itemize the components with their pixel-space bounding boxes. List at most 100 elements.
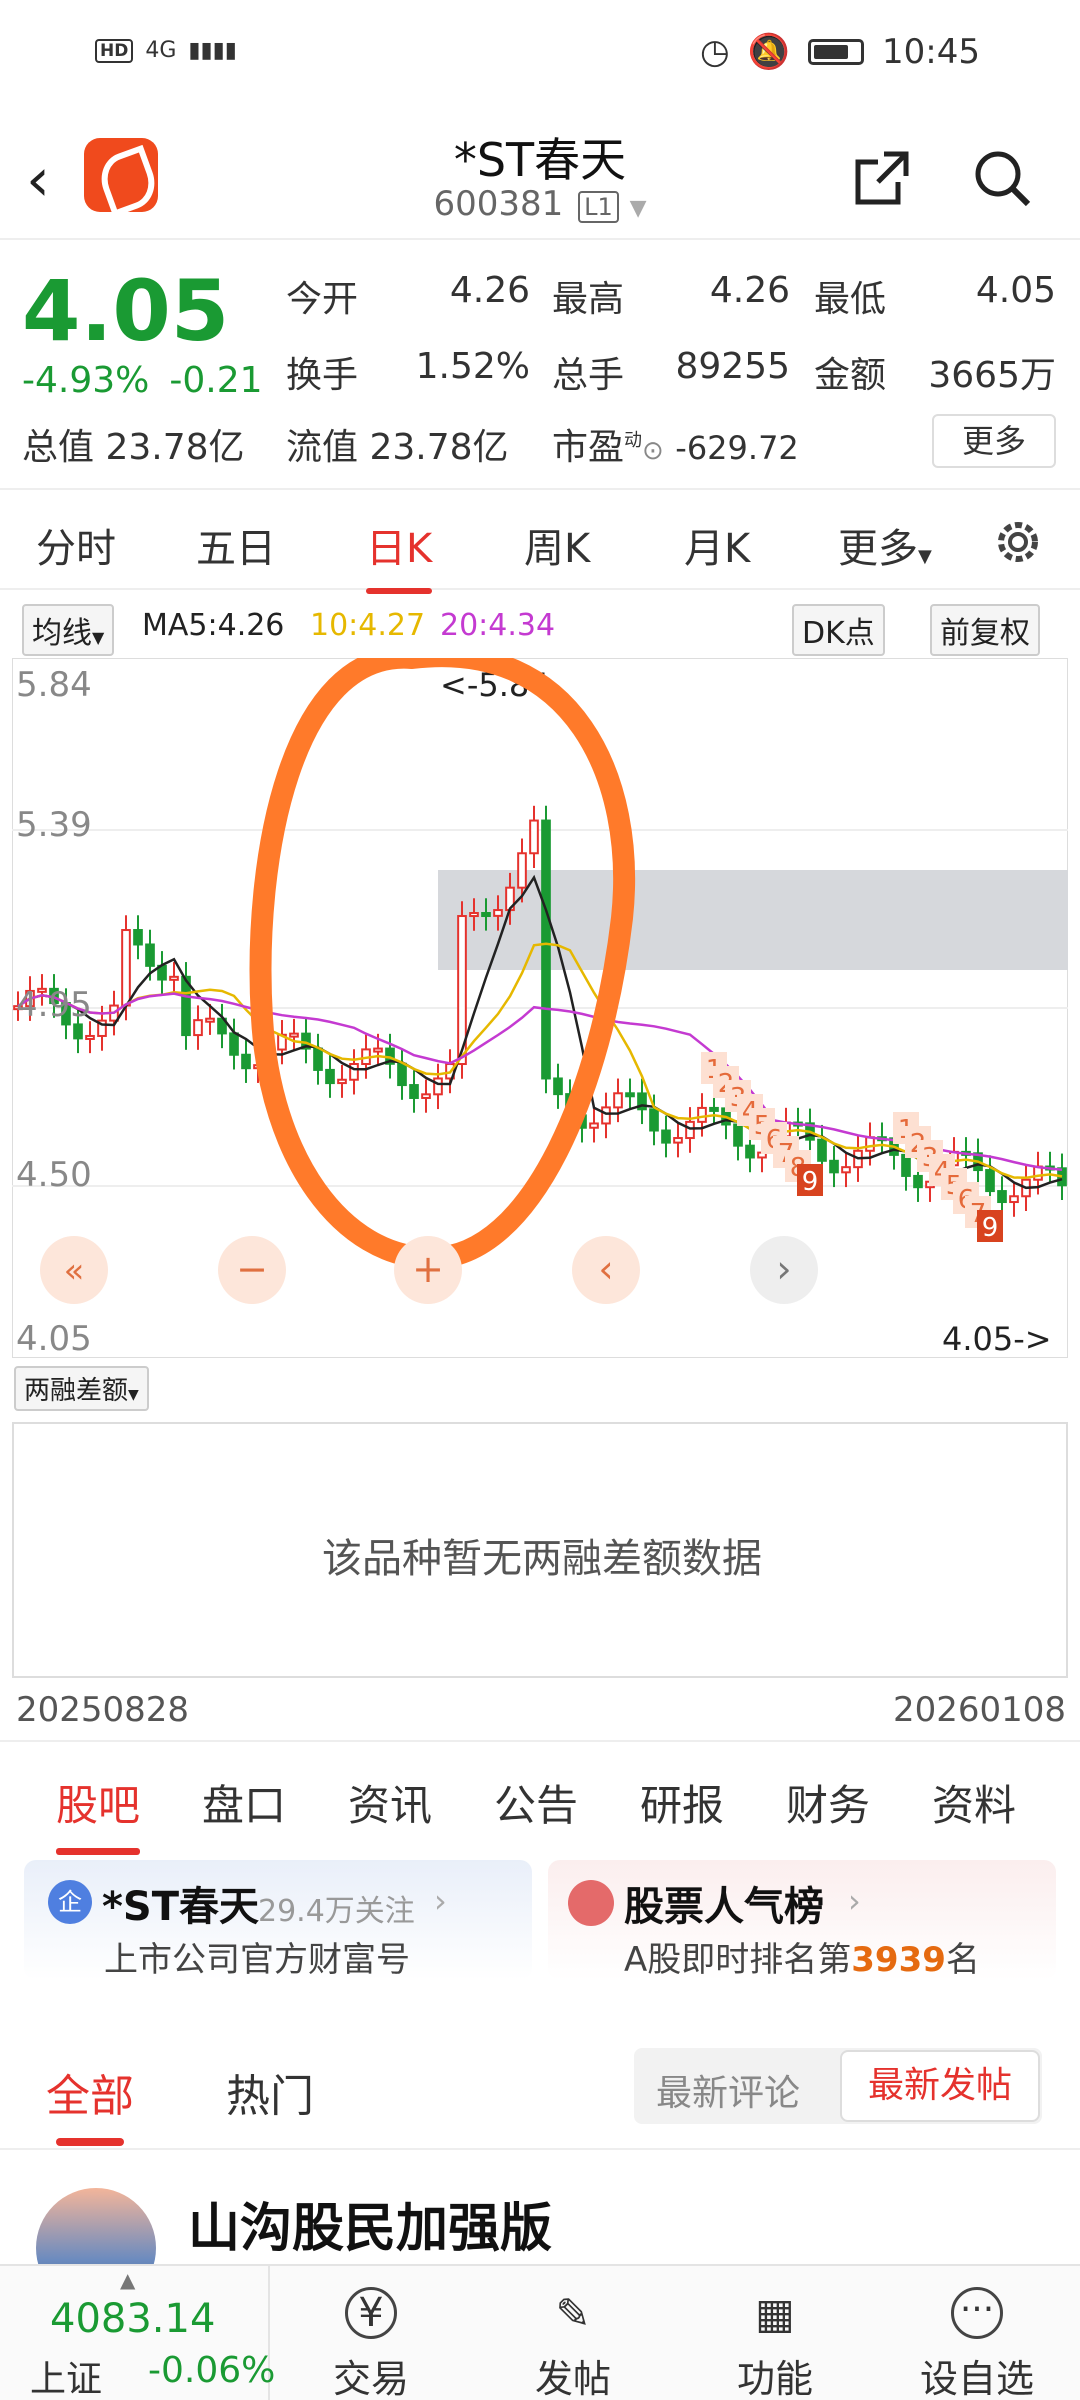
sort-latest-comment[interactable]: 最新评论 xyxy=(656,2064,800,2116)
candle-body xyxy=(913,1174,923,1189)
level-badge: L1 xyxy=(578,191,619,223)
candle-body xyxy=(517,852,527,889)
tab-guba[interactable]: 股吧 xyxy=(56,1772,141,1855)
candle-body xyxy=(661,1129,671,1144)
high-label: 最高 xyxy=(552,279,625,320)
adjust-button[interactable]: 前复权 xyxy=(930,604,1040,656)
tab-intraday[interactable]: 分时 xyxy=(36,516,116,574)
candle-body xyxy=(313,1047,323,1071)
change-percent: -4.93% xyxy=(22,360,150,401)
post-author[interactable]: 山沟股民加强版 xyxy=(188,2186,552,2261)
tab-financials[interactable]: 财务 xyxy=(786,1772,870,1833)
tab-news[interactable]: 资讯 xyxy=(348,1772,432,1833)
tab-daily-k[interactable]: 日K xyxy=(366,516,433,594)
rank-number: 3939 xyxy=(851,1940,946,1980)
tab-order-book[interactable]: 盘口 xyxy=(202,1772,286,1833)
minus-icon: − xyxy=(236,1247,268,1291)
tab-hot[interactable]: 热门 xyxy=(226,2060,314,2124)
float-cap-value: 23.78亿 xyxy=(369,427,509,468)
more-quote-button[interactable]: 更多 xyxy=(932,414,1056,468)
quote-panel: 4.05 -4.93% -0.21 今开 4.26 最高 4.26 最低 4.05… xyxy=(0,242,1080,490)
index-ticker[interactable]: ▲ 4083.14 上证 -0.06% xyxy=(0,2266,275,2400)
tab-research[interactable]: 研报 xyxy=(640,1772,724,1833)
chevron-right-icon: › xyxy=(848,1882,861,1920)
pe-label: 市盈 xyxy=(552,427,625,468)
pe-dynamic-mark: 动 xyxy=(624,430,643,451)
mute-icon: 🔕 xyxy=(747,32,791,72)
clock: 10:45 xyxy=(882,32,980,72)
grid-icon: ▦ xyxy=(755,2288,795,2338)
tab-five-day[interactable]: 五日 xyxy=(196,516,276,574)
candle-body xyxy=(817,1138,827,1162)
nav-watchlist[interactable]: ··· 设自选 xyxy=(902,2278,1052,2400)
nav-post[interactable]: ✎ 发帖 xyxy=(498,2278,648,2400)
candle-body xyxy=(985,1169,995,1193)
resistance-zone xyxy=(438,870,1068,970)
candle-body xyxy=(1009,1195,1019,1204)
ma-selector[interactable]: 均线▼ xyxy=(22,604,115,656)
candle-body xyxy=(829,1159,839,1174)
candle-body xyxy=(169,975,179,981)
candle-body xyxy=(865,1136,875,1152)
index-value: 4083.14 xyxy=(50,2296,216,2342)
stock-code[interactable]: 600381 L1 ▼ xyxy=(0,184,1080,224)
candle-body xyxy=(133,929,143,946)
nav-functions-label: 功能 xyxy=(736,2357,813,2400)
tab-more-label: 更多 xyxy=(838,526,918,572)
period-tabs: 分时 五日 日K 周K 月K 更多▼ xyxy=(0,490,1080,594)
tab-all[interactable]: 全部 xyxy=(46,2060,134,2146)
tab-announcements[interactable]: 公告 xyxy=(494,1772,578,1833)
margin-panel: 该品种暂无两融差额数据 xyxy=(12,1422,1068,1678)
low-value: 4.05 xyxy=(975,270,1056,311)
popularity-title: 股票人气榜 xyxy=(624,1884,824,1930)
network-type: 4G xyxy=(145,38,177,63)
candle-body xyxy=(193,1019,203,1037)
high-value: 4.26 xyxy=(709,270,790,311)
margin-selector[interactable]: 两融差额▼ xyxy=(14,1366,149,1411)
low-label: 最低 xyxy=(814,279,887,320)
change-amount: -0.21 xyxy=(169,360,263,401)
gear-icon[interactable] xyxy=(990,514,1046,570)
nav-trade[interactable]: ¥ 交易 xyxy=(296,2278,446,2400)
share-icon[interactable] xyxy=(850,146,914,210)
chevron-left-icon: ‹ xyxy=(598,1247,613,1291)
candle-body xyxy=(325,1068,335,1085)
total-cap: 总值 23.78亿 xyxy=(22,418,245,470)
kline-chart[interactable]: 12345678912345679 5.84 5.39 4.95 4.50 4.… xyxy=(12,658,1068,1358)
popularity-card[interactable]: 股票人气榜 › A股即时排名第3939名 xyxy=(548,1860,1056,1980)
info-icon[interactable]: ⊙ xyxy=(642,436,664,466)
chevron-down-icon: ▼ xyxy=(92,628,105,647)
candle-body xyxy=(205,1017,215,1023)
candle-body xyxy=(469,912,479,918)
trade-icon: ¥ xyxy=(345,2287,397,2339)
tab-more[interactable]: 更多▼ xyxy=(838,516,932,574)
tab-profile[interactable]: 资料 xyxy=(932,1772,1016,1833)
amount-label: 金额 xyxy=(814,355,887,396)
status-bar: HD 4G ▮▮▮▮ ◷ 🔕 10:45 xyxy=(0,0,1080,110)
open-value: 4.26 xyxy=(449,270,530,311)
tab-monthly-k[interactable]: 月K xyxy=(684,516,750,574)
candle-body xyxy=(649,1108,659,1132)
official-account-card[interactable]: 企 *ST春天 29.4万关注 › 上市公司官方财富号 xyxy=(24,1860,532,1980)
y-tick-label: 5.39 xyxy=(16,805,92,845)
network-indicators: HD 4G ▮▮▮▮ xyxy=(95,38,237,63)
rank-suffix: 名 xyxy=(945,1940,980,1980)
margin-empty-message: 该品种暂无两融差额数据 xyxy=(322,1536,762,1582)
ma-selector-label: 均线 xyxy=(32,616,92,651)
system-indicators: ◷ 🔕 10:45 xyxy=(700,32,980,72)
candle-body xyxy=(841,1166,851,1174)
enterprise-badge: 企 xyxy=(48,1880,92,1924)
candle-body xyxy=(421,1093,431,1099)
index-change: -0.06% xyxy=(148,2350,276,2391)
search-icon[interactable] xyxy=(970,146,1034,210)
sort-latest-post[interactable]: 最新发帖 xyxy=(840,2050,1040,2122)
feed-tabs: 全部 热门 最新评论 最新发帖 xyxy=(0,2040,1080,2150)
tab-weekly-k[interactable]: 周K xyxy=(524,516,590,574)
turnover-label: 换手 xyxy=(286,355,359,396)
amount-value: 3665万 xyxy=(928,355,1056,396)
nine-turn-label: 9 xyxy=(802,1167,819,1197)
candle-body xyxy=(373,1047,383,1053)
nav-functions[interactable]: ▦ 功能 xyxy=(700,2278,850,2400)
account-subtitle: 上市公司官方财富号 xyxy=(104,1940,410,1980)
dk-point-button[interactable]: DK点 xyxy=(792,604,885,656)
